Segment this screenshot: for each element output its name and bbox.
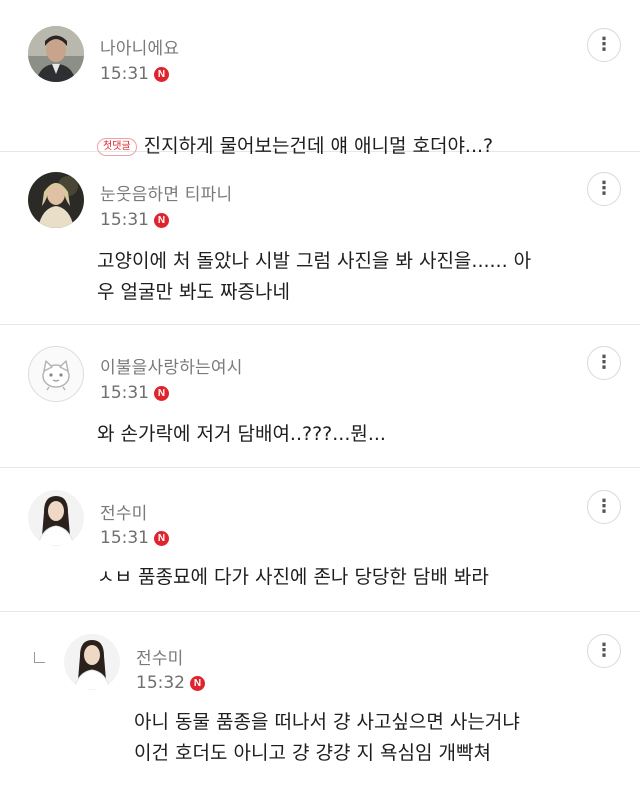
comment-meta: 15:31 N [100, 528, 169, 548]
comment-time: 15:31 [100, 210, 149, 230]
new-badge: N [154, 530, 169, 546]
comment-text: 와 손가락에 저거 담배여..???...뭔... [97, 423, 386, 445]
more-options-button[interactable]: ⋮ [587, 490, 621, 524]
avatar[interactable] [28, 26, 84, 82]
comment-author[interactable]: 이불을사랑하는여시 [100, 353, 243, 378]
person-avatar-icon [28, 172, 84, 228]
new-badge: N [154, 385, 169, 401]
comment-list: 나아니에요 15:31 N ⋮ 첫댓글 진지하게 물어보는건데 얘 애니멀 호더야… [0, 0, 640, 796]
more-vertical-icon: ⋮ [595, 34, 613, 55]
reply-comment-item: 전수미 15:32 N ⋮ 아니 동물 품종을 떠나서 걍 사고싶으면 사는거냐… [0, 612, 640, 796]
comment-item: 이불을사랑하는여시 15:31 N ⋮ 와 손가락에 저거 담배여..???..… [0, 325, 640, 468]
comment-item: 나아니에요 15:31 N ⋮ 첫댓글 진지하게 물어보는건데 얘 애니멀 호더야… [0, 0, 640, 157]
comment-meta: 15:31 N [100, 210, 169, 230]
avatar[interactable] [64, 634, 120, 690]
person-avatar-icon [28, 490, 84, 546]
more-options-button[interactable]: ⋮ [587, 346, 621, 380]
comment-meta: 15:31 N [100, 383, 169, 403]
person-avatar-icon [64, 634, 120, 690]
new-badge: N [154, 212, 169, 228]
avatar[interactable] [28, 172, 84, 228]
comment-item: 전수미 15:31 N ⋮ ㅅㅂ 품종묘에 다가 사진에 존나 당당한 담배 봐… [0, 468, 640, 612]
more-vertical-icon: ⋮ [595, 352, 613, 373]
comment-time: 15:31 [100, 64, 149, 84]
new-badge: N [190, 675, 205, 691]
comment-time: 15:31 [100, 528, 149, 548]
comment-item: 눈웃음하면 티파니 15:31 N ⋮ 고양이에 처 돌았나 시발 그럼 사진을… [0, 152, 640, 325]
comment-author[interactable]: 전수미 [136, 644, 184, 669]
comment-time: 15:31 [100, 383, 149, 403]
comment-meta: 15:31 N [100, 64, 169, 84]
more-options-button[interactable]: ⋮ [587, 28, 621, 62]
avatar[interactable] [28, 346, 84, 402]
more-vertical-icon: ⋮ [595, 496, 613, 517]
comment-text: 고양이에 처 돌았나 시발 그럼 사진을 봐 사진을...... 아 우 얼굴만… [97, 250, 532, 303]
comment-author[interactable]: 나아니에요 [100, 34, 179, 59]
more-options-button[interactable]: ⋮ [587, 634, 621, 668]
new-badge: N [154, 66, 169, 82]
comment-text: ㅅㅂ 품종묘에 다가 사진에 존나 당당한 담배 봐라 [97, 566, 489, 588]
fox-default-avatar-icon [42, 360, 70, 391]
more-vertical-icon: ⋮ [595, 640, 613, 661]
comment-meta: 15:32 N [136, 673, 205, 693]
comment-text: 아니 동물 품종을 떠나서 걍 사고싶으면 사는거냐 이건 호더도 아니고 걍 … [134, 711, 520, 764]
more-options-button[interactable]: ⋮ [587, 172, 621, 206]
more-vertical-icon: ⋮ [595, 178, 613, 199]
comment-time: 15:32 [136, 673, 185, 693]
person-avatar-icon [28, 26, 84, 82]
avatar[interactable] [28, 490, 84, 546]
reply-indicator-icon [34, 652, 45, 663]
comment-author[interactable]: 눈웃음하면 티파니 [100, 180, 232, 205]
comment-author[interactable]: 전수미 [100, 499, 148, 524]
